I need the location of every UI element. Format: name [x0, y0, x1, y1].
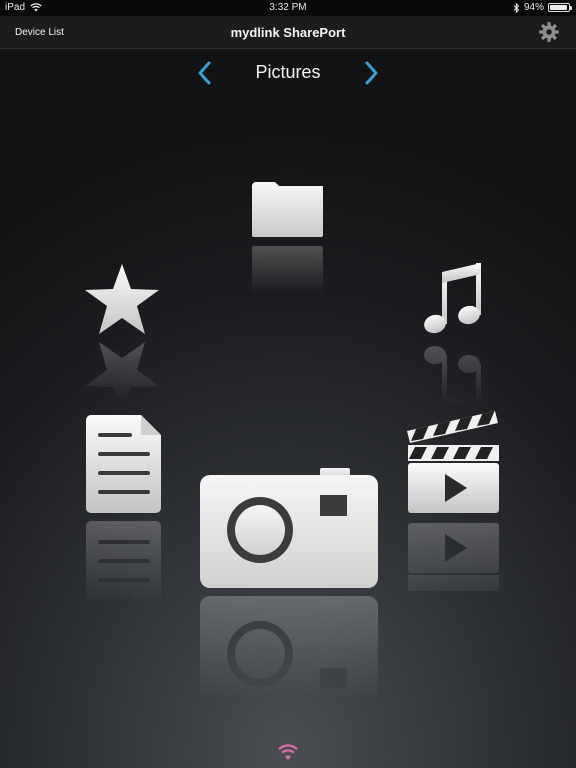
battery-icon — [548, 3, 572, 12]
folder-icon[interactable] — [251, 180, 325, 238]
star-reflection — [84, 336, 160, 413]
camera-icon[interactable] — [199, 467, 379, 589]
navigation-bar: Device List mydlink SharePort — [0, 16, 576, 49]
star-icon[interactable] — [84, 263, 160, 335]
document-icon[interactable] — [86, 414, 162, 514]
folder-reflection — [251, 240, 325, 303]
status-bar: iPad 3:32 PM 94% — [0, 0, 576, 16]
chevron-right-icon[interactable] — [362, 60, 380, 86]
battery-percent: 94% — [523, 2, 544, 13]
category-switcher: Pictures — [0, 58, 576, 88]
camera-reflection — [199, 590, 379, 717]
clapperboard-icon[interactable] — [405, 409, 501, 515]
document-reflection — [86, 515, 162, 620]
music-note-icon[interactable] — [422, 262, 484, 336]
clapperboard-reflection — [405, 516, 501, 627]
app-title: mydlink SharePort — [230, 25, 346, 40]
bluetooth-icon — [513, 2, 520, 13]
gear-icon[interactable] — [538, 21, 560, 43]
music-reflection — [422, 338, 484, 417]
category-title: Pictures — [255, 62, 321, 82]
status-time: 3:32 PM — [269, 2, 307, 13]
connection-wifi-icon — [278, 744, 298, 760]
